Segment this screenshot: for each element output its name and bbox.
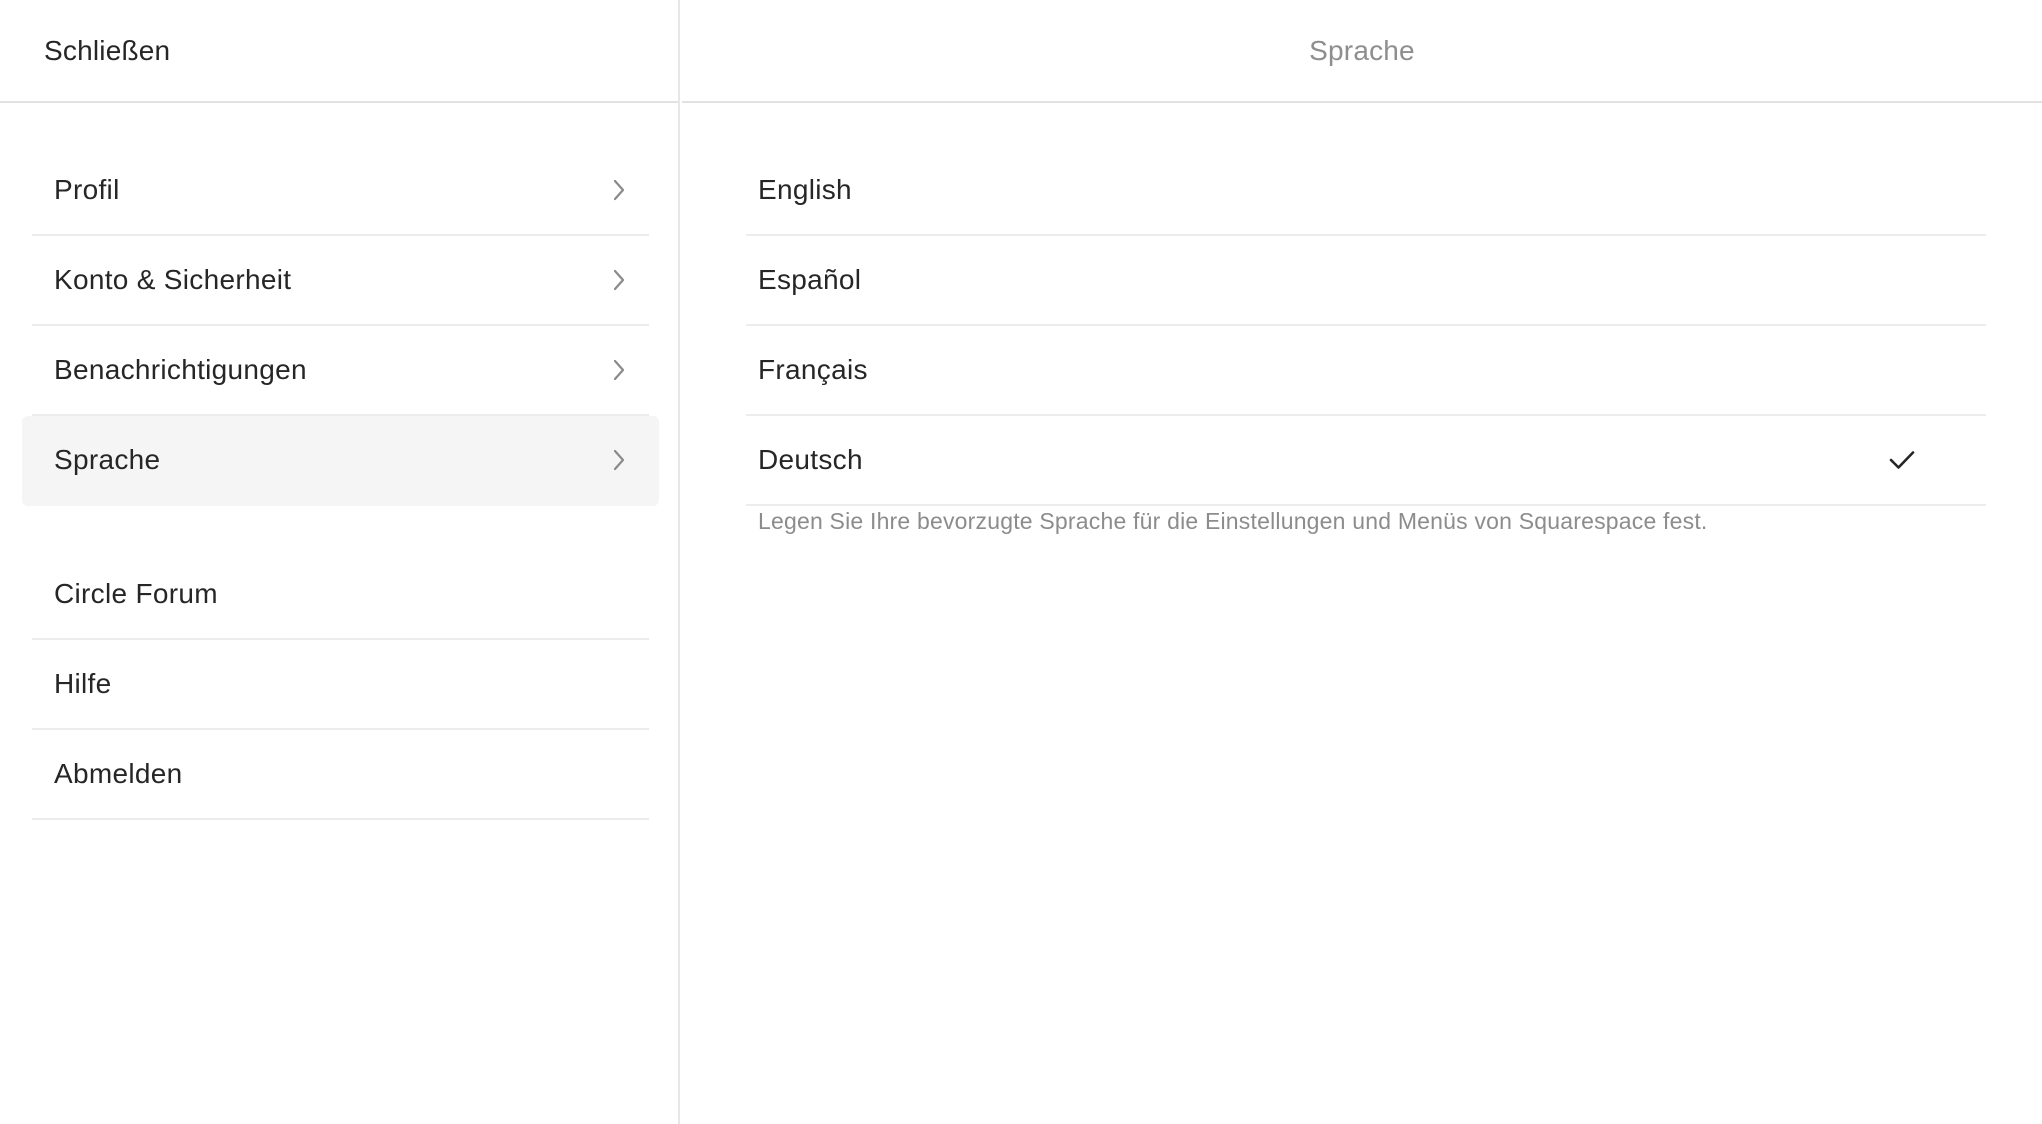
sidebar-header: Schließen — [0, 0, 678, 103]
sidebar-item-konto-sicherheit[interactable]: Konto & Sicherheit — [32, 236, 649, 326]
settings-window: Schließen Profil Konto & Sicherheit Bena… — [0, 0, 2042, 1124]
settings-nav: Profil Konto & Sicherheit Benachrichtigu… — [22, 146, 659, 506]
sidebar-item-hilfe[interactable]: Hilfe — [32, 640, 649, 730]
language-option-francais[interactable]: Français — [746, 326, 1986, 416]
language-label: Deutsch — [758, 444, 863, 475]
sidebar-item-label: Profil — [54, 174, 120, 205]
sidebar-item-abmelden[interactable]: Abmelden — [32, 730, 649, 820]
sidebar-item-profil[interactable]: Profil — [32, 146, 649, 236]
sidebar-item-sprache[interactable]: Sprache — [22, 416, 659, 506]
chevron-right-icon — [613, 449, 625, 471]
language-panel: Sprache English Español Français Deutsch… — [682, 0, 2042, 1124]
sidebar-item-label: Sprache — [54, 444, 161, 475]
sidebar-item-circle-forum[interactable]: Circle Forum — [32, 550, 649, 640]
language-option-deutsch[interactable]: Deutsch — [746, 416, 1986, 506]
chevron-right-icon — [613, 269, 625, 291]
language-list: English Español Français Deutsch — [746, 146, 1986, 506]
sidebar-item-benachrichtigungen[interactable]: Benachrichtigungen — [32, 326, 649, 416]
settings-sidebar: Schließen Profil Konto & Sicherheit Bena… — [0, 0, 680, 1124]
page-title: Sprache — [1309, 34, 1415, 66]
language-option-english[interactable]: English — [746, 146, 1986, 236]
sidebar-item-label: Abmelden — [54, 758, 183, 789]
language-label: English — [758, 174, 852, 205]
language-option-espanol[interactable]: Español — [746, 236, 1986, 326]
checkmark-icon — [1889, 451, 1915, 469]
sidebar-item-label: Konto & Sicherheit — [54, 264, 292, 295]
secondary-nav: Circle Forum Hilfe Abmelden — [32, 550, 649, 820]
sidebar-item-label: Benachrichtigungen — [54, 354, 307, 385]
chevron-right-icon — [613, 359, 625, 381]
sidebar-item-label: Circle Forum — [54, 578, 218, 609]
chevron-right-icon — [613, 179, 625, 201]
close-button[interactable]: Schließen — [44, 35, 170, 67]
panel-header: Sprache — [682, 0, 2042, 103]
language-label: Español — [758, 264, 862, 295]
language-hint-text: Legen Sie Ihre bevorzugte Sprache für di… — [758, 508, 1708, 534]
sidebar-item-label: Hilfe — [54, 668, 112, 699]
language-label: Français — [758, 354, 868, 385]
